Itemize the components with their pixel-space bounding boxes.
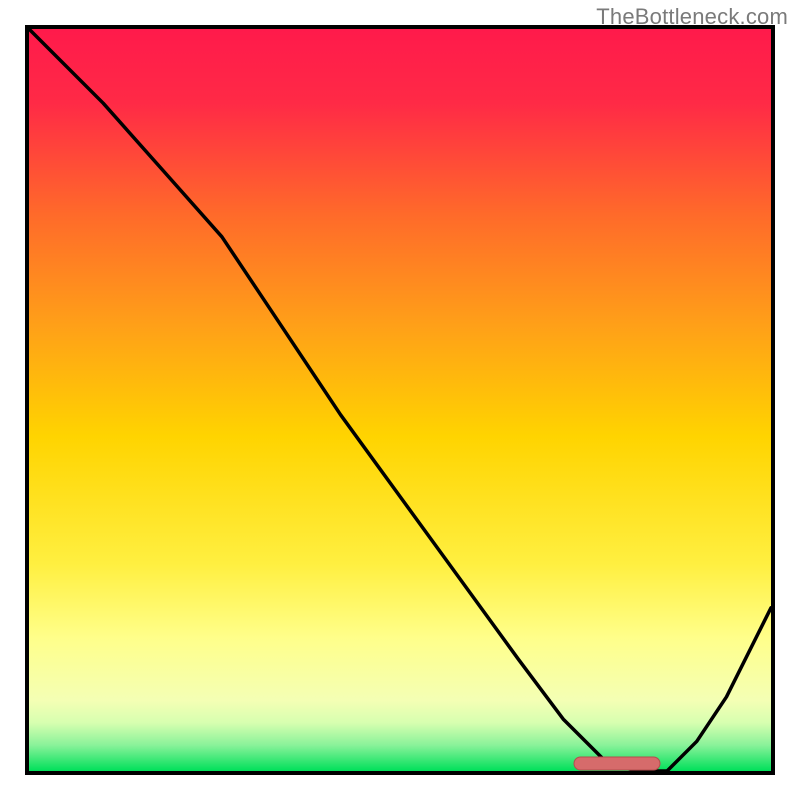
gradient-background bbox=[29, 29, 771, 771]
chart-stage: TheBottleneck.com bbox=[0, 0, 800, 800]
watermark-text: TheBottleneck.com bbox=[596, 4, 788, 30]
optimal-range-bar bbox=[574, 757, 660, 770]
chart-svg bbox=[0, 0, 800, 800]
